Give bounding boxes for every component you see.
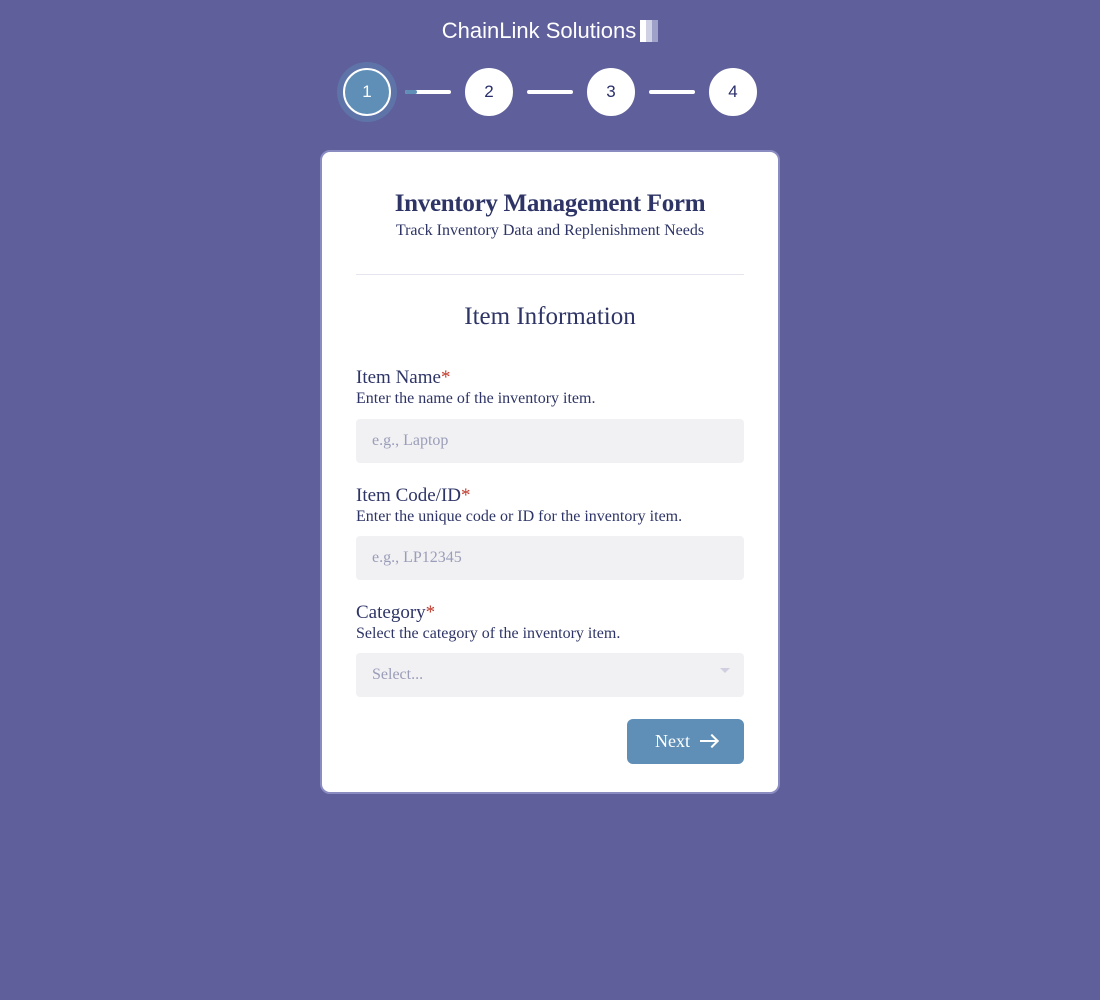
field-item-name: Item Name* Enter the name of the invento… <box>356 367 744 462</box>
step-4[interactable]: 4 <box>709 68 757 116</box>
brand-logo-icon <box>640 20 658 42</box>
category-label: Category* <box>356 602 744 624</box>
divider <box>356 274 744 275</box>
field-item-code: Item Code/ID* Enter the unique code or I… <box>356 485 744 580</box>
required-marker: * <box>441 367 451 388</box>
next-button[interactable]: Next <box>627 719 744 764</box>
step-1[interactable]: 1 <box>343 68 391 116</box>
field-category: Category* Select the category of the inv… <box>356 602 744 697</box>
step-connector-2 <box>527 90 573 94</box>
item-name-label: Item Name* <box>356 367 744 389</box>
next-button-label: Next <box>655 731 690 752</box>
category-select[interactable]: Select... <box>356 653 744 697</box>
required-marker: * <box>461 485 471 506</box>
step-connector-3 <box>649 90 695 94</box>
stepper: 1 2 3 4 <box>343 68 757 116</box>
item-name-input[interactable] <box>356 419 744 463</box>
required-marker: * <box>426 602 436 623</box>
category-help: Select the category of the inventory ite… <box>356 624 744 643</box>
form-subtitle: Track Inventory Data and Replenishment N… <box>356 222 744 240</box>
section-heading: Item Information <box>356 303 744 331</box>
arrow-right-icon <box>700 740 716 742</box>
step-connector-1 <box>405 90 451 94</box>
form-title: Inventory Management Form <box>356 190 744 218</box>
item-code-help: Enter the unique code or ID for the inve… <box>356 507 744 526</box>
brand-name: ChainLink Solutions <box>442 18 636 44</box>
item-name-help: Enter the name of the inventory item. <box>356 389 744 408</box>
item-code-label: Item Code/ID* <box>356 485 744 507</box>
brand: ChainLink Solutions <box>442 18 658 44</box>
item-code-input[interactable] <box>356 536 744 580</box>
step-2[interactable]: 2 <box>465 68 513 116</box>
step-3[interactable]: 3 <box>587 68 635 116</box>
form-actions: Next <box>356 719 744 764</box>
form-card: Inventory Management Form Track Inventor… <box>320 150 780 794</box>
